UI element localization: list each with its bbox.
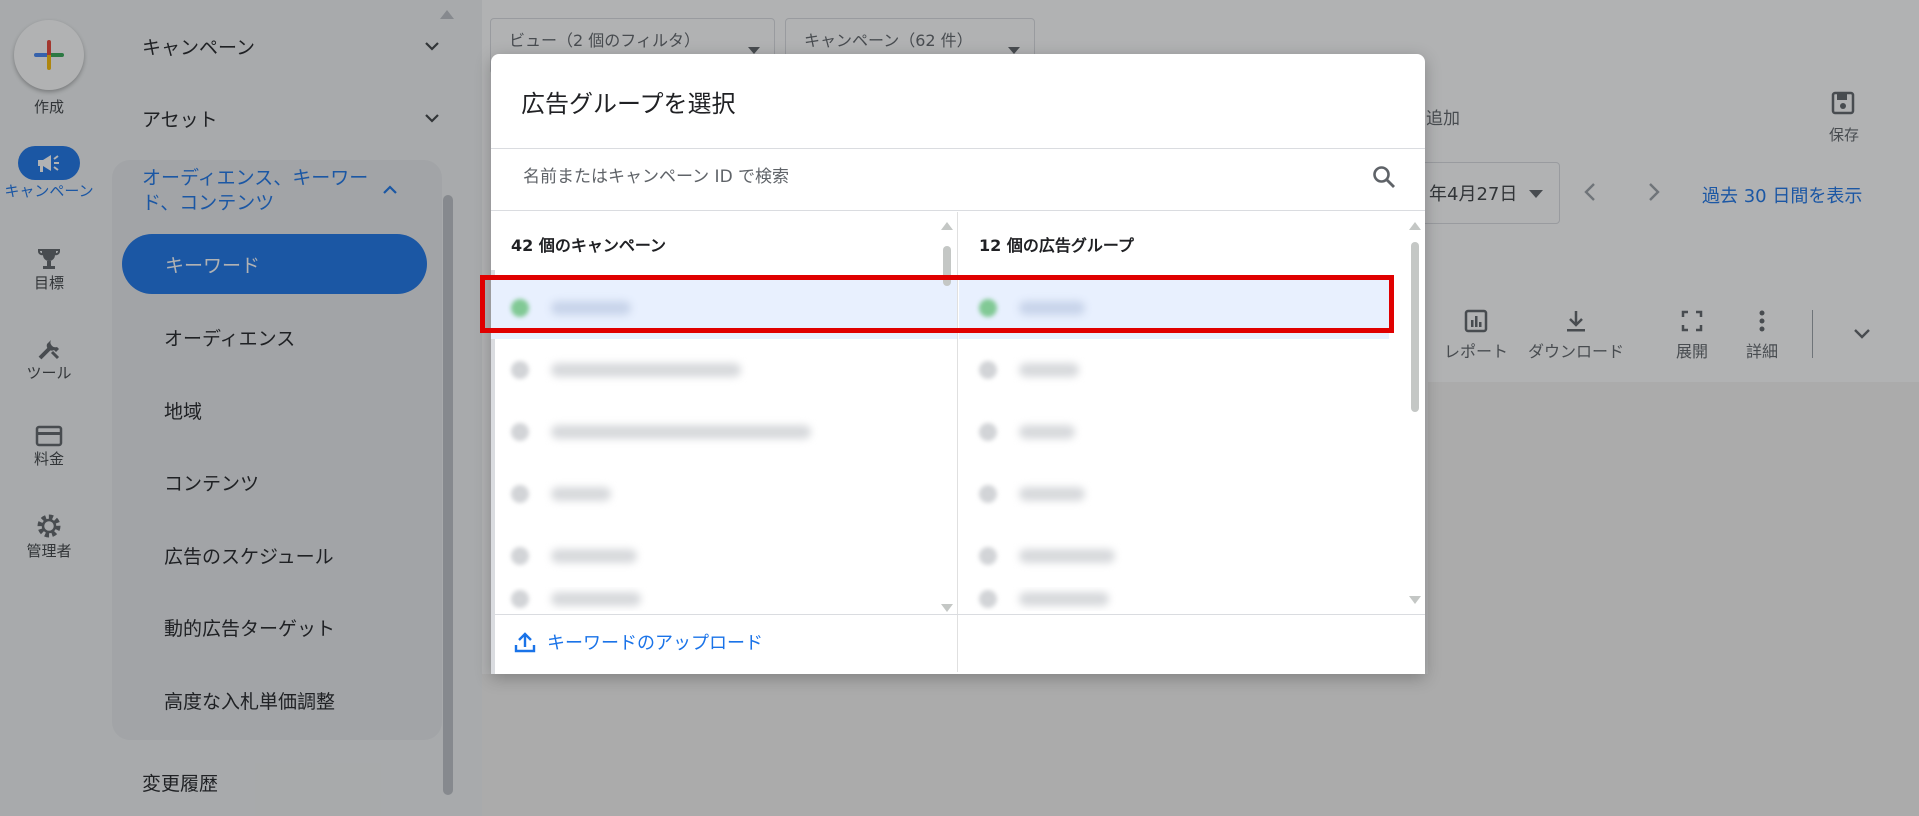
- blurred-adgroup-name: [1019, 592, 1109, 606]
- divider: [491, 210, 1425, 211]
- status-dot-icon: [511, 590, 529, 608]
- blank-region: [482, 674, 1428, 816]
- blurred-campaign-name: [551, 363, 741, 377]
- campaign-row[interactable]: [491, 463, 957, 525]
- campaign-row[interactable]: [491, 525, 957, 587]
- blurred-adgroup-name: [1019, 549, 1115, 563]
- status-dot-icon: [979, 547, 997, 565]
- blurred-adgroup-name: [1019, 363, 1079, 377]
- blurred-campaign-name: [551, 549, 637, 563]
- dialog-title: 広告グループを選択: [521, 90, 736, 118]
- upload-icon: [514, 632, 536, 653]
- search-input[interactable]: [521, 154, 1345, 200]
- search-icon[interactable]: [1371, 164, 1397, 190]
- status-dot-icon: [511, 547, 529, 565]
- divider: [491, 148, 1425, 149]
- adgroup-row[interactable]: [959, 587, 1389, 611]
- status-dot-icon: [979, 423, 997, 441]
- adgroup-row[interactable]: [959, 401, 1389, 463]
- blurred-campaign-name: [551, 425, 811, 439]
- adgroup-list-scrollbar[interactable]: [1411, 242, 1419, 412]
- scroll-up-arrow[interactable]: [1409, 222, 1421, 230]
- campaign-row[interactable]: [491, 401, 957, 463]
- upload-keywords-button[interactable]: キーワードのアップロード: [513, 622, 763, 662]
- status-dot-icon: [979, 361, 997, 379]
- blurred-campaign-name: [551, 487, 611, 501]
- status-dot-icon: [511, 361, 529, 379]
- scroll-down-arrow[interactable]: [941, 604, 953, 612]
- blank-region: [1428, 382, 1919, 816]
- campaign-row[interactable]: [491, 339, 957, 401]
- adgroup-row[interactable]: [959, 339, 1389, 401]
- adgroup-count-header: 12 個の広告グループ: [979, 236, 1134, 255]
- status-dot-icon: [979, 485, 997, 503]
- divider: [491, 614, 1425, 615]
- select-ad-group-dialog: 広告グループを選択 42 個のキャンペーン 12 個の広告グループ: [491, 54, 1425, 674]
- scroll-up-arrow[interactable]: [941, 222, 953, 230]
- status-dot-icon: [511, 423, 529, 441]
- adgroup-row[interactable]: [959, 463, 1389, 525]
- campaign-row[interactable]: [491, 587, 957, 611]
- highlight-box: [480, 275, 1394, 333]
- campaign-count-header: 42 個のキャンペーン: [511, 236, 667, 255]
- status-dot-icon: [511, 485, 529, 503]
- blurred-adgroup-name: [1019, 487, 1085, 501]
- blurred-adgroup-name: [1019, 425, 1075, 439]
- scroll-down-arrow[interactable]: [1409, 596, 1421, 604]
- adgroup-row[interactable]: [959, 525, 1389, 587]
- upload-label: キーワードのアップロード: [547, 633, 763, 654]
- status-dot-icon: [979, 590, 997, 608]
- blurred-campaign-name: [551, 592, 641, 606]
